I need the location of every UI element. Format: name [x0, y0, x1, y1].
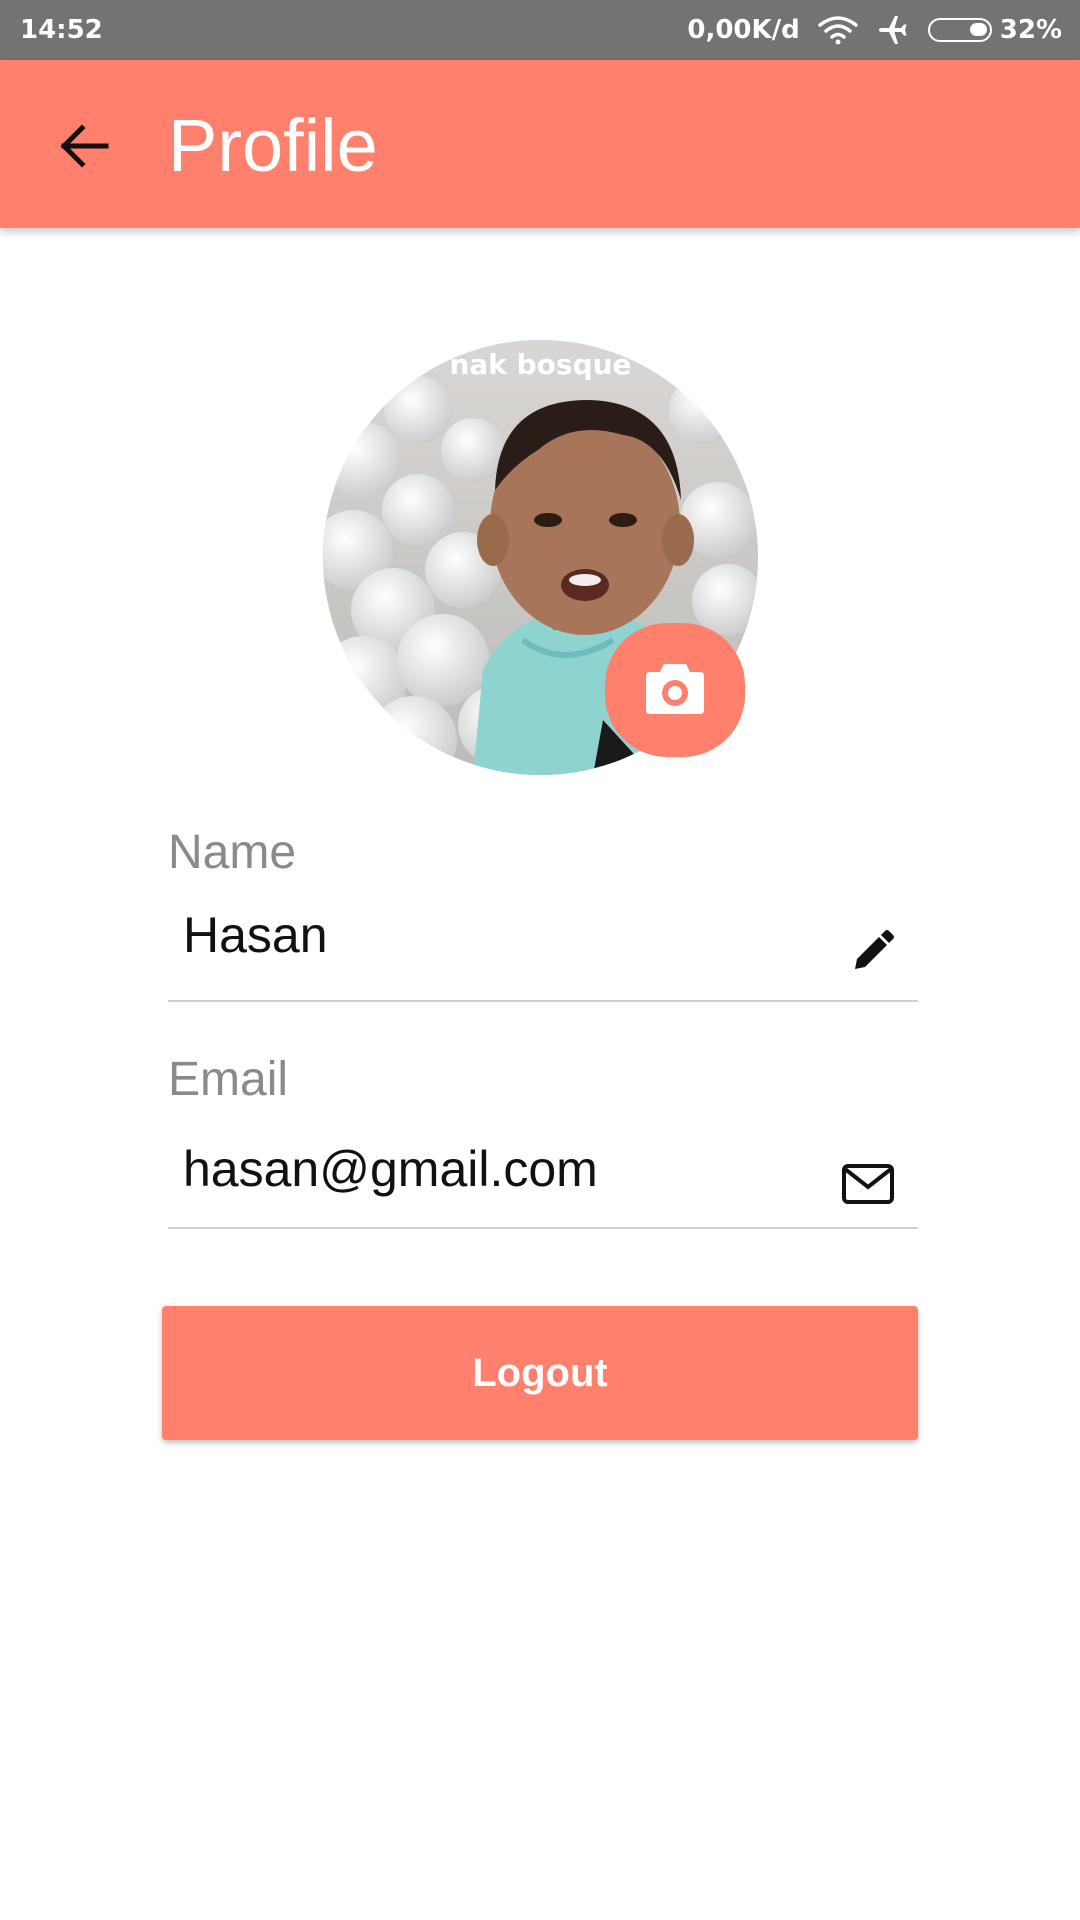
page-title: Profile — [168, 104, 378, 187]
status-time: 14:52 — [20, 15, 103, 45]
app-bar: Profile — [0, 60, 1080, 228]
name-field[interactable] — [183, 906, 823, 964]
battery-percent: 32% — [999, 15, 1062, 45]
status-indicators: 0,00K/d 32% — [687, 13, 1062, 47]
airplane-icon — [876, 13, 910, 47]
battery-indicator: 32% — [927, 15, 1062, 45]
name-label: Name — [168, 826, 297, 879]
status-bar: 14:52 0,00K/d 32% — [0, 0, 1080, 60]
back-button[interactable] — [48, 112, 120, 184]
battery-level-fill — [969, 23, 987, 36]
pencil-icon[interactable] — [840, 920, 904, 984]
arrow-left-icon — [56, 118, 112, 179]
network-speed: 0,00K/d — [687, 15, 800, 45]
email-label: Email — [168, 1053, 289, 1106]
email-field[interactable] — [183, 1140, 823, 1198]
logout-button[interactable]: Logout — [162, 1306, 918, 1440]
mail-icon[interactable] — [836, 1152, 900, 1216]
camera-icon — [644, 660, 706, 721]
email-divider — [168, 1227, 918, 1229]
wifi-icon — [818, 15, 858, 45]
battery-icon — [927, 18, 992, 42]
name-divider — [168, 1000, 918, 1002]
avatar-caption: nak bosque — [449, 348, 632, 381]
change-photo-button[interactable] — [605, 623, 745, 757]
profile-screen: 14:52 0,00K/d 32% Profile nak bosque Nam… — [0, 0, 1080, 1920]
